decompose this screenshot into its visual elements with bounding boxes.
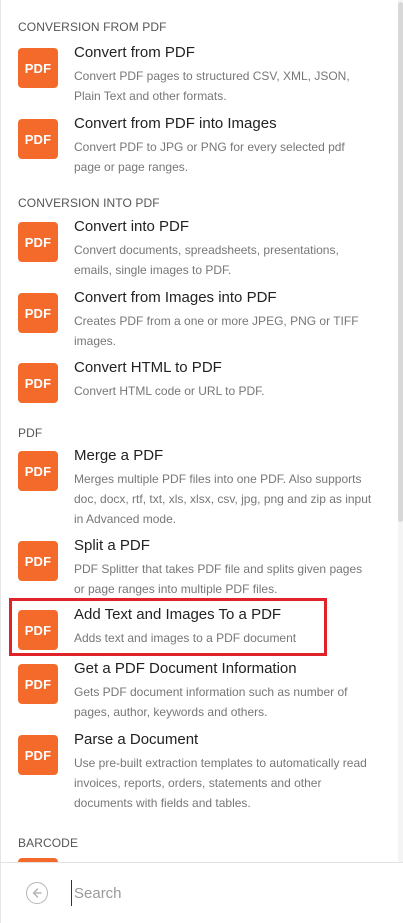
module-description: Gets PDF document information such as nu… xyxy=(74,685,348,719)
module-title: Add Text and Images To a PDF xyxy=(74,606,282,623)
module-title: Parse a Document xyxy=(74,731,199,748)
module-description: Convert PDF to JPG or PNG for every sele… xyxy=(74,140,345,174)
module-description: Convert PDF pages to structured CSV, XML… xyxy=(74,69,350,103)
module-description: Convert documents, spreadsheets, present… xyxy=(74,243,339,277)
section-header-conversion-from-pdf: CONVERSION FROM PDF xyxy=(18,20,167,34)
section-header-barcode: BARCODE xyxy=(18,836,79,850)
scrollbar[interactable] xyxy=(398,0,403,862)
module-description: Creates PDF from a one or more JPEG, PNG… xyxy=(74,314,359,348)
module-title: Merge a PDF xyxy=(74,447,164,464)
pdf-icon: PDF xyxy=(18,222,58,262)
module-description: Use pre-built extraction templates to au… xyxy=(74,756,367,810)
module-title: Convert into PDF xyxy=(74,218,190,235)
search-input[interactable] xyxy=(71,880,374,906)
scrollbar-thumb[interactable] xyxy=(398,2,403,522)
pdf-icon: PDF xyxy=(18,119,58,159)
module-description: Adds text and images to a PDF document xyxy=(74,631,297,645)
module-title: Convert from Images into PDF xyxy=(74,289,277,306)
pdf-icon: PDF xyxy=(18,451,58,491)
pdf-icon: PDF xyxy=(18,363,58,403)
module-list[interactable]: CONVERSION FROM PDF PDF Convert from PDF… xyxy=(1,0,399,862)
module-title: Split a PDF xyxy=(74,537,150,554)
module-title: Convert from PDF xyxy=(74,44,195,61)
module-description: Merges multiple PDF files into one PDF. … xyxy=(74,472,372,526)
module-item-parse-a-document[interactable]: PDF Parse a Document Use pre-built extra… xyxy=(1,731,399,815)
module-item-convert-html-to-pdf[interactable]: PDF Convert HTML to PDF Convert HTML cod… xyxy=(1,359,399,407)
section-header-pdf: PDF xyxy=(18,426,43,440)
module-item-convert-from-pdf[interactable]: PDF Convert from PDF Convert PDF pages t… xyxy=(1,44,399,108)
back-arrow-icon[interactable] xyxy=(26,882,48,904)
pdf-icon: PDF xyxy=(18,735,58,775)
pdf-icon: PDF xyxy=(18,664,58,704)
module-item-merge-a-pdf[interactable]: PDF Merge a PDF Merges multiple PDF file… xyxy=(1,447,399,531)
module-item-get-a-pdf-document-information[interactable]: PDF Get a PDF Document Information Gets … xyxy=(1,660,399,724)
module-item-convert-from-pdf-into-images[interactable]: PDF Convert from PDF into Images Convert… xyxy=(1,115,399,179)
module-description: PDF Splitter that takes PDF file and spl… xyxy=(74,562,363,596)
module-title: Get a PDF Document Information xyxy=(74,660,297,677)
module-item-convert-from-images-into-pdf[interactable]: PDF Convert from Images into PDF Creates… xyxy=(1,289,399,353)
module-picker-panel: CONVERSION FROM PDF PDF Convert from PDF… xyxy=(0,0,403,923)
pdf-icon: PDF xyxy=(18,541,58,581)
pdf-icon: PDF xyxy=(18,48,58,88)
section-header-conversion-into-pdf: CONVERSION INTO PDF xyxy=(18,196,160,210)
module-item-add-text-and-images-to-a-pdf[interactable]: PDF Add Text and Images To a PDF Adds te… xyxy=(1,606,399,654)
module-title: Convert from PDF into Images xyxy=(74,115,277,132)
module-description: Convert HTML code or URL to PDF. xyxy=(74,384,265,398)
module-item-convert-into-pdf[interactable]: PDF Convert into PDF Convert documents, … xyxy=(1,218,399,282)
arrow-left-icon xyxy=(32,888,42,898)
pdf-icon: PDF xyxy=(18,293,58,333)
module-title: Convert HTML to PDF xyxy=(74,359,222,376)
pdf-icon: PDF xyxy=(18,610,58,650)
search-bar xyxy=(1,862,403,923)
module-item-split-a-pdf[interactable]: PDF Split a PDF PDF Splitter that takes … xyxy=(1,537,399,597)
